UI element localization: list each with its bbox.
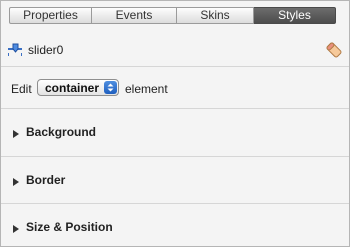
element-select[interactable]: container bbox=[37, 79, 119, 96]
tab-skins[interactable]: Skins bbox=[177, 7, 254, 24]
object-name: slider0 bbox=[28, 43, 64, 57]
section-size-position[interactable]: Size & Position bbox=[1, 204, 349, 246]
tab-styles[interactable]: Styles bbox=[254, 7, 336, 24]
tab-bar: Properties Events Skins Styles bbox=[9, 7, 336, 24]
disclosure-triangle-icon bbox=[12, 127, 20, 138]
disclosure-triangle-icon bbox=[12, 175, 20, 186]
section-border[interactable]: Border bbox=[1, 157, 349, 204]
eraser-icon[interactable] bbox=[325, 41, 343, 59]
section-label: Size & Position bbox=[26, 220, 113, 234]
styles-panel: Properties Events Skins Styles slider0 E… bbox=[0, 0, 350, 247]
disclosure-triangle-icon bbox=[12, 222, 20, 233]
tab-properties[interactable]: Properties bbox=[9, 7, 92, 24]
slider-icon bbox=[7, 41, 23, 57]
section-background[interactable]: Background bbox=[1, 109, 349, 157]
select-arrows-icon bbox=[104, 81, 117, 94]
element-label: element bbox=[125, 82, 168, 96]
element-select-value: container bbox=[45, 81, 100, 95]
section-label: Background bbox=[26, 125, 97, 139]
edit-element-row: Edit container element bbox=[1, 67, 349, 109]
section-label: Border bbox=[26, 173, 66, 187]
edit-label: Edit bbox=[11, 82, 32, 96]
tab-events[interactable]: Events bbox=[92, 7, 177, 24]
object-row: slider0 bbox=[1, 35, 349, 67]
